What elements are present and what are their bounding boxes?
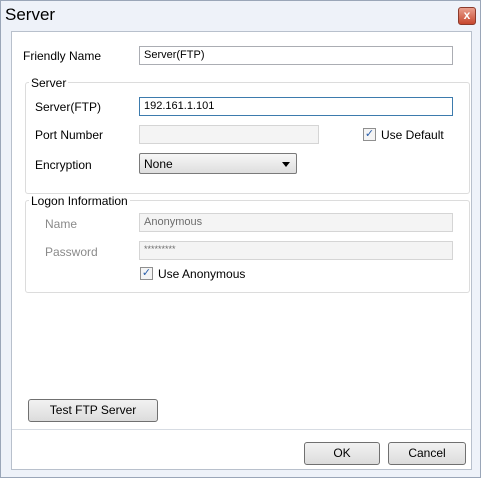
encryption-selected-value: None bbox=[144, 157, 173, 171]
close-icon[interactable]: x bbox=[458, 7, 476, 25]
footer-divider bbox=[12, 429, 471, 430]
test-ftp-server-button[interactable]: Test FTP Server bbox=[28, 399, 158, 422]
dialog-body: Friendly Name Server(FTP) Server Server(… bbox=[11, 31, 472, 470]
server-ftp-label: Server(FTP) bbox=[35, 100, 101, 114]
use-anonymous-label[interactable]: Use Anonymous bbox=[158, 267, 245, 281]
name-field[interactable]: Anonymous bbox=[139, 213, 453, 232]
friendly-name-label: Friendly Name bbox=[23, 49, 102, 63]
password-field[interactable]: ********* bbox=[139, 241, 453, 260]
port-number-label: Port Number bbox=[35, 128, 104, 142]
use-default-checkbox[interactable]: ✓ bbox=[363, 128, 376, 141]
friendly-name-field[interactable]: Server(FTP) bbox=[139, 46, 453, 65]
use-default-label[interactable]: Use Default bbox=[381, 128, 444, 142]
name-label: Name bbox=[45, 217, 78, 231]
use-anonymous-checkbox[interactable]: ✓ bbox=[140, 267, 153, 280]
encryption-dropdown[interactable]: None bbox=[139, 153, 297, 174]
ok-button[interactable]: OK bbox=[304, 442, 380, 465]
cancel-button[interactable]: Cancel bbox=[388, 442, 466, 465]
port-number-field[interactable] bbox=[139, 125, 319, 144]
server-address-field[interactable]: 192.161.1.101 bbox=[139, 97, 453, 116]
window-title: Server bbox=[5, 5, 56, 24]
logon-group-title: Logon Information bbox=[29, 194, 130, 208]
chevron-down-icon bbox=[282, 162, 290, 167]
server-group-title: Server bbox=[29, 76, 69, 90]
encryption-label: Encryption bbox=[35, 158, 92, 172]
server-dialog: Server x Friendly Name Server(FTP) Serve… bbox=[0, 0, 481, 478]
password-label: Password bbox=[45, 245, 98, 259]
title-bar[interactable]: Server x bbox=[1, 1, 480, 29]
